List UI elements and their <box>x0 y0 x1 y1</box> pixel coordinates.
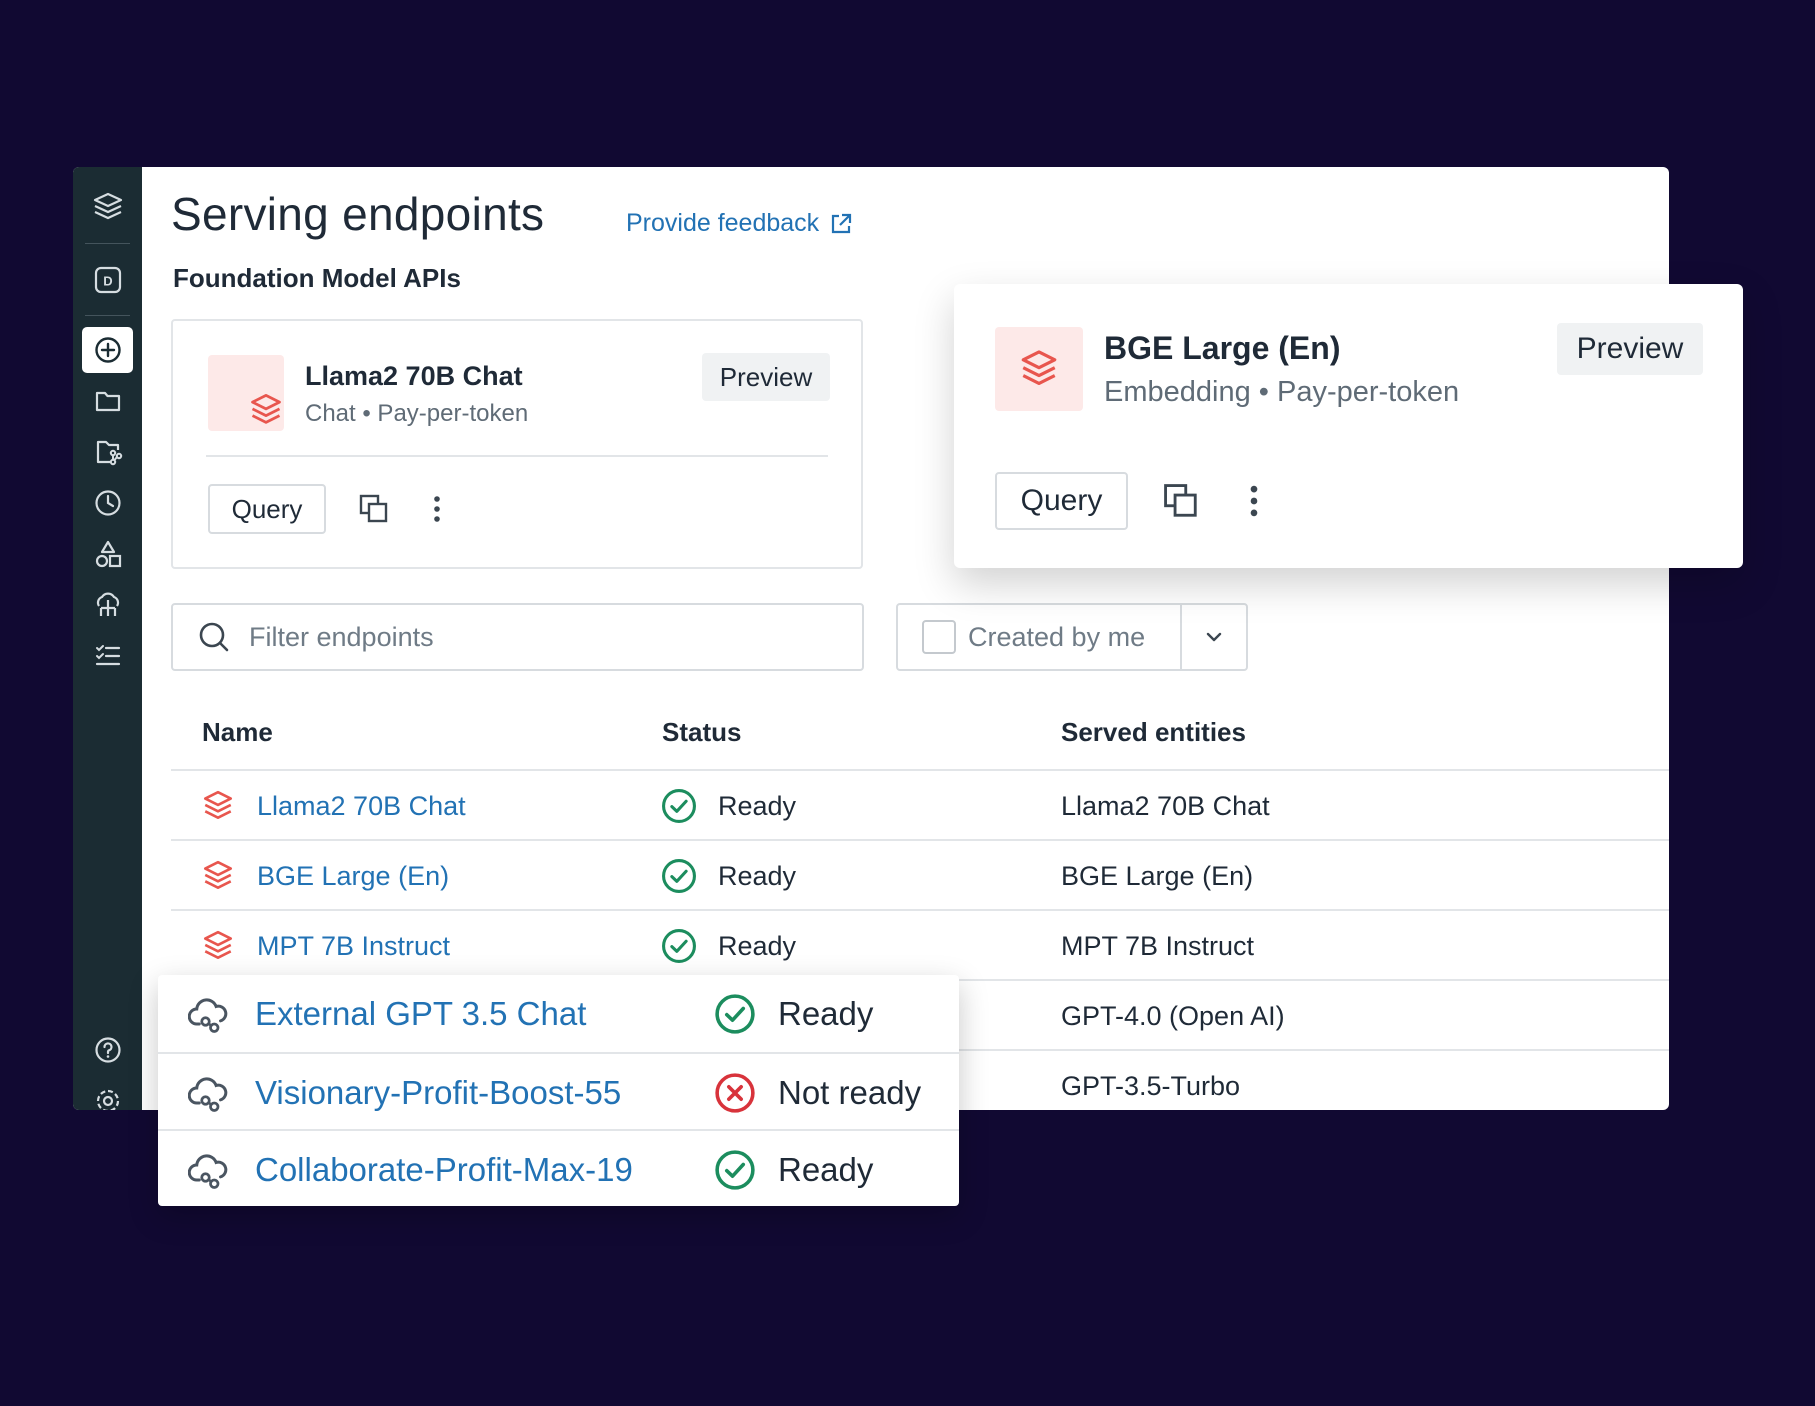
cloud-network-icon[interactable] <box>82 582 133 628</box>
model-card-bge-large: BGE Large (En) Embedding • Pay-per-token… <box>954 284 1743 568</box>
preview-badge: Preview <box>1557 323 1703 375</box>
model-name: BGE Large (En) <box>1104 330 1341 366</box>
status-text: Ready <box>778 994 874 1032</box>
filter-endpoints-input[interactable] <box>249 621 809 653</box>
check-circle-icon <box>660 771 698 841</box>
add-circle-icon[interactable] <box>82 327 133 373</box>
created-by-me-checkbox[interactable] <box>922 620 956 654</box>
preview-badge: Preview <box>702 353 830 401</box>
endpoint-name-link[interactable]: MPT 7B Instruct <box>257 911 450 981</box>
sidebar-divider <box>85 243 130 244</box>
endpoint-name-link[interactable]: External GPT 3.5 Chat <box>255 975 586 1052</box>
external-link-icon <box>832 213 852 233</box>
sidebar: D <box>73 167 142 1110</box>
column-header-status[interactable]: Status <box>662 717 741 748</box>
model-subtitle: Chat • Pay-per-token <box>305 400 529 427</box>
cloud-link-icon <box>188 1131 228 1208</box>
endpoint-name-link[interactable]: Llama2 70B Chat <box>257 771 466 841</box>
chevron-down-icon <box>1206 632 1222 642</box>
layers-logo-icon[interactable] <box>82 183 133 229</box>
created-by-me-label: Created by me <box>968 621 1146 652</box>
sidebar-divider <box>85 315 130 316</box>
table-row[interactable]: Llama2 70B Chat Ready Llama2 70B Chat <box>171 769 1669 839</box>
column-header-served-entities[interactable]: Served entities <box>1061 717 1246 748</box>
filter-endpoints-field[interactable] <box>171 603 864 671</box>
copy-icon[interactable] <box>1161 481 1201 521</box>
created-by-me-filter[interactable]: Created by me <box>896 603 1248 671</box>
card-divider <box>206 455 828 457</box>
layers-icon <box>201 771 235 841</box>
table-row[interactable]: External GPT 3.5 Chat Ready <box>158 975 959 1052</box>
repo-icon[interactable] <box>82 429 133 475</box>
status-text: Ready <box>718 860 797 891</box>
check-circle-icon <box>713 975 757 1052</box>
section-title: Foundation Model APIs <box>173 263 461 293</box>
column-header-name[interactable]: Name <box>202 717 273 748</box>
check-circle-icon <box>660 911 698 981</box>
cloud-link-icon <box>188 1054 228 1131</box>
model-card-llama2: Llama2 70B Chat Chat • Pay-per-token Pre… <box>171 319 863 569</box>
model-icon <box>995 327 1083 411</box>
cloud-link-icon <box>188 975 228 1052</box>
query-button[interactable]: Query <box>995 472 1128 530</box>
kebab-menu-icon[interactable] <box>421 493 453 525</box>
checklist-icon[interactable] <box>82 633 133 679</box>
served-entity: MPT 7B Instruct <box>1061 930 1255 961</box>
check-circle-icon <box>660 841 698 911</box>
copy-icon[interactable] <box>358 493 390 525</box>
help-icon[interactable] <box>82 1027 133 1073</box>
settings-icon[interactable] <box>82 1078 133 1110</box>
provide-feedback-link[interactable]: Provide feedback <box>626 209 853 238</box>
model-icon <box>208 355 284 431</box>
feedback-link-label: Provide feedback <box>626 209 820 237</box>
table-row[interactable]: Visionary-Profit-Boost-55 Not ready <box>158 1052 959 1129</box>
endpoint-name-link[interactable]: Visionary-Profit-Boost-55 <box>255 1054 621 1131</box>
endpoint-name-link[interactable]: BGE Large (En) <box>257 841 449 911</box>
created-by-me-dropdown[interactable] <box>1180 605 1246 669</box>
table-row[interactable]: BGE Large (En) Ready BGE Large (En) <box>171 839 1669 909</box>
layers-icon <box>201 841 235 911</box>
page-title: Serving endpoints <box>171 188 545 240</box>
workspace-d-icon[interactable]: D <box>82 257 133 303</box>
layers-icon <box>201 911 235 981</box>
model-name: Llama2 70B Chat <box>305 361 523 391</box>
shapes-icon[interactable] <box>82 531 133 577</box>
model-subtitle: Embedding • Pay-per-token <box>1104 376 1460 408</box>
kebab-menu-icon[interactable] <box>1234 481 1274 521</box>
served-entity: BGE Large (En) <box>1061 860 1254 891</box>
status-text: Not ready <box>778 1073 922 1111</box>
served-entity: GPT-3.5-Turbo <box>1061 1070 1241 1101</box>
clock-icon[interactable] <box>82 480 133 526</box>
folder-icon[interactable] <box>82 378 133 424</box>
status-text: Ready <box>778 1150 874 1188</box>
status-text: Ready <box>718 930 797 961</box>
layers-icon <box>251 394 281 424</box>
external-endpoints-overlay: External GPT 3.5 Chat Ready Visionary-Pr… <box>158 975 959 1206</box>
table-row[interactable]: MPT 7B Instruct Ready MPT 7B Instruct <box>171 909 1669 979</box>
status-text: Ready <box>718 790 797 821</box>
check-circle-icon <box>713 1131 757 1208</box>
table-row[interactable]: Collaborate-Profit-Max-19 Ready <box>158 1129 959 1206</box>
endpoint-name-link[interactable]: Collaborate-Profit-Max-19 <box>255 1131 633 1208</box>
query-button[interactable]: Query <box>208 484 326 534</box>
served-entity: Llama2 70B Chat <box>1061 790 1270 821</box>
layers-icon <box>1021 350 1057 386</box>
served-entity: GPT-4.0 (Open AI) <box>1061 1000 1285 1031</box>
svg-text:D: D <box>103 274 112 289</box>
search-icon <box>199 622 229 652</box>
x-circle-icon <box>713 1054 757 1131</box>
